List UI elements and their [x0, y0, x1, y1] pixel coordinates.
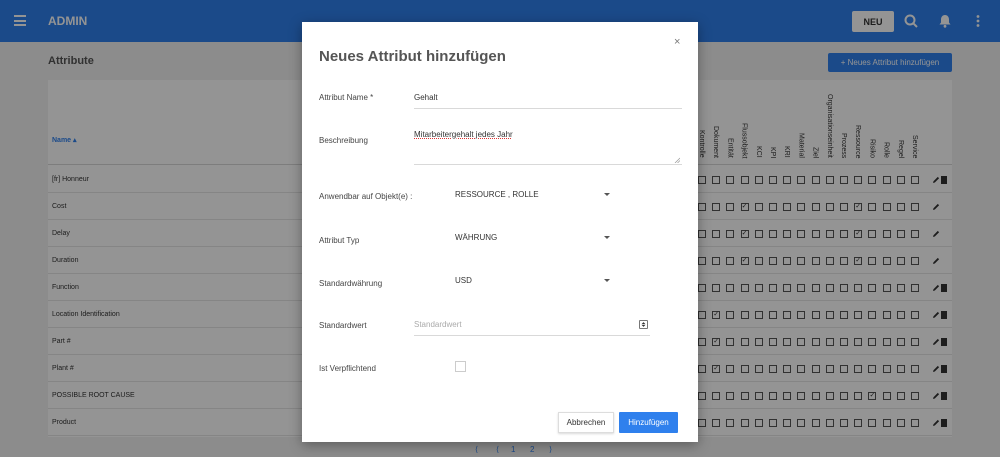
chevron-down-icon: [604, 193, 610, 196]
applies-to-label: Anwendbar auf Objekt(e) :: [319, 192, 413, 201]
default-value-label: Standardwert: [319, 321, 367, 330]
default-currency-label: Standardwährung: [319, 279, 383, 288]
cancel-button[interactable]: Abbrechen: [558, 412, 614, 433]
default-currency-select[interactable]: USD: [455, 276, 610, 285]
required-checkbox[interactable]: [455, 361, 466, 372]
attribute-name-input[interactable]: Gehalt: [414, 93, 682, 109]
resize-handle-icon[interactable]: [674, 157, 680, 163]
chevron-down-icon: [604, 279, 610, 282]
add-attribute-dialog: × Neues Attribut hinzufügen Attribut Nam…: [302, 22, 698, 442]
dialog-title: Neues Attribut hinzufügen: [319, 48, 506, 65]
attribute-type-select[interactable]: WÄHRUNG: [455, 233, 610, 242]
description-label: Beschreibung: [319, 136, 368, 145]
add-button[interactable]: Hinzufügen: [619, 412, 678, 433]
description-textarea[interactable]: Mitarbeitergehalt jedes Jahr: [414, 130, 682, 165]
required-label: Ist Verpflichtend: [319, 364, 376, 373]
attribute-type-value: WÄHRUNG: [455, 233, 498, 242]
applies-to-select[interactable]: RESSOURCE , ROLLE: [455, 190, 610, 199]
attribute-type-label: Attribut Typ: [319, 236, 360, 245]
close-icon[interactable]: ×: [674, 36, 680, 48]
applies-to-value: RESSOURCE , ROLLE: [455, 190, 539, 199]
number-stepper-icon[interactable]: [639, 320, 648, 329]
chevron-down-icon: [604, 236, 610, 239]
attribute-name-label: Attribut Name *: [319, 93, 374, 102]
default-currency-value: USD: [455, 276, 472, 285]
default-value-input[interactable]: Standardwert: [414, 320, 650, 336]
